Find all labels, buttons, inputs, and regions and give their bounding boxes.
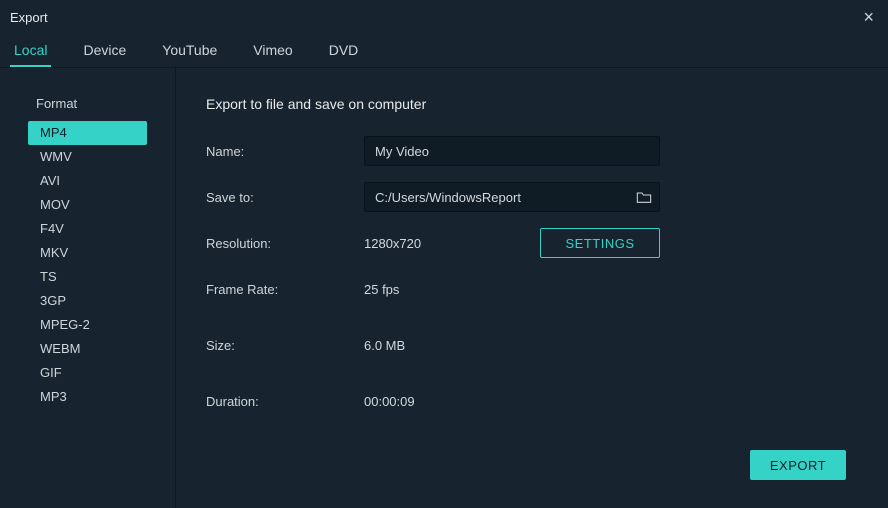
tab-device[interactable]: Device [79, 34, 130, 67]
window-title: Export [10, 10, 48, 25]
format-heading: Format [0, 96, 175, 121]
saveto-input[interactable] [364, 182, 660, 212]
value-resolution: 1280x720 [364, 236, 421, 251]
main-panel: Export to file and save on computer Name… [176, 68, 888, 508]
row-size: Size: 6.0 MB [206, 330, 858, 360]
label-name: Name: [206, 144, 364, 159]
value-size: 6.0 MB [364, 338, 405, 353]
titlebar: Export × [0, 0, 888, 34]
label-saveto: Save to: [206, 190, 364, 205]
settings-button[interactable]: SETTINGS [540, 228, 660, 258]
sidebar: Format MP4 WMV AVI MOV F4V MKV TS 3GP MP… [0, 68, 176, 508]
label-duration: Duration: [206, 394, 364, 409]
format-item-wmv[interactable]: WMV [28, 145, 147, 169]
format-item-mp3[interactable]: MP3 [28, 385, 147, 409]
name-input[interactable] [364, 136, 660, 166]
value-duration: 00:00:09 [364, 394, 415, 409]
tab-dvd[interactable]: DVD [325, 34, 363, 67]
main-heading: Export to file and save on computer [206, 96, 858, 112]
format-item-avi[interactable]: AVI [28, 169, 147, 193]
row-saveto: Save to: [206, 182, 858, 212]
row-duration: Duration: 00:00:09 [206, 386, 858, 416]
label-size: Size: [206, 338, 364, 353]
label-resolution: Resolution: [206, 236, 364, 251]
tab-local[interactable]: Local [10, 34, 51, 67]
format-item-3gp[interactable]: 3GP [28, 289, 147, 313]
content: Format MP4 WMV AVI MOV F4V MKV TS 3GP MP… [0, 68, 888, 508]
format-item-mov[interactable]: MOV [28, 193, 147, 217]
close-icon[interactable]: × [863, 8, 874, 26]
format-item-f4v[interactable]: F4V [28, 217, 147, 241]
saveto-wrap [364, 182, 660, 212]
tabs: Local Device YouTube Vimeo DVD [0, 34, 888, 68]
format-item-webm[interactable]: WEBM [28, 337, 147, 361]
row-framerate: Frame Rate: 25 fps [206, 274, 858, 304]
format-item-mpeg2[interactable]: MPEG-2 [28, 313, 147, 337]
format-item-mp4[interactable]: MP4 [28, 121, 147, 145]
format-item-gif[interactable]: GIF [28, 361, 147, 385]
format-item-mkv[interactable]: MKV [28, 241, 147, 265]
label-framerate: Frame Rate: [206, 282, 364, 297]
export-button[interactable]: EXPORT [750, 450, 846, 480]
value-framerate: 25 fps [364, 282, 399, 297]
format-item-ts[interactable]: TS [28, 265, 147, 289]
row-name: Name: [206, 136, 858, 166]
tab-youtube[interactable]: YouTube [158, 34, 221, 67]
row-resolution: Resolution: 1280x720 SETTINGS [206, 228, 660, 258]
tab-vimeo[interactable]: Vimeo [249, 34, 296, 67]
folder-icon[interactable] [636, 190, 652, 204]
